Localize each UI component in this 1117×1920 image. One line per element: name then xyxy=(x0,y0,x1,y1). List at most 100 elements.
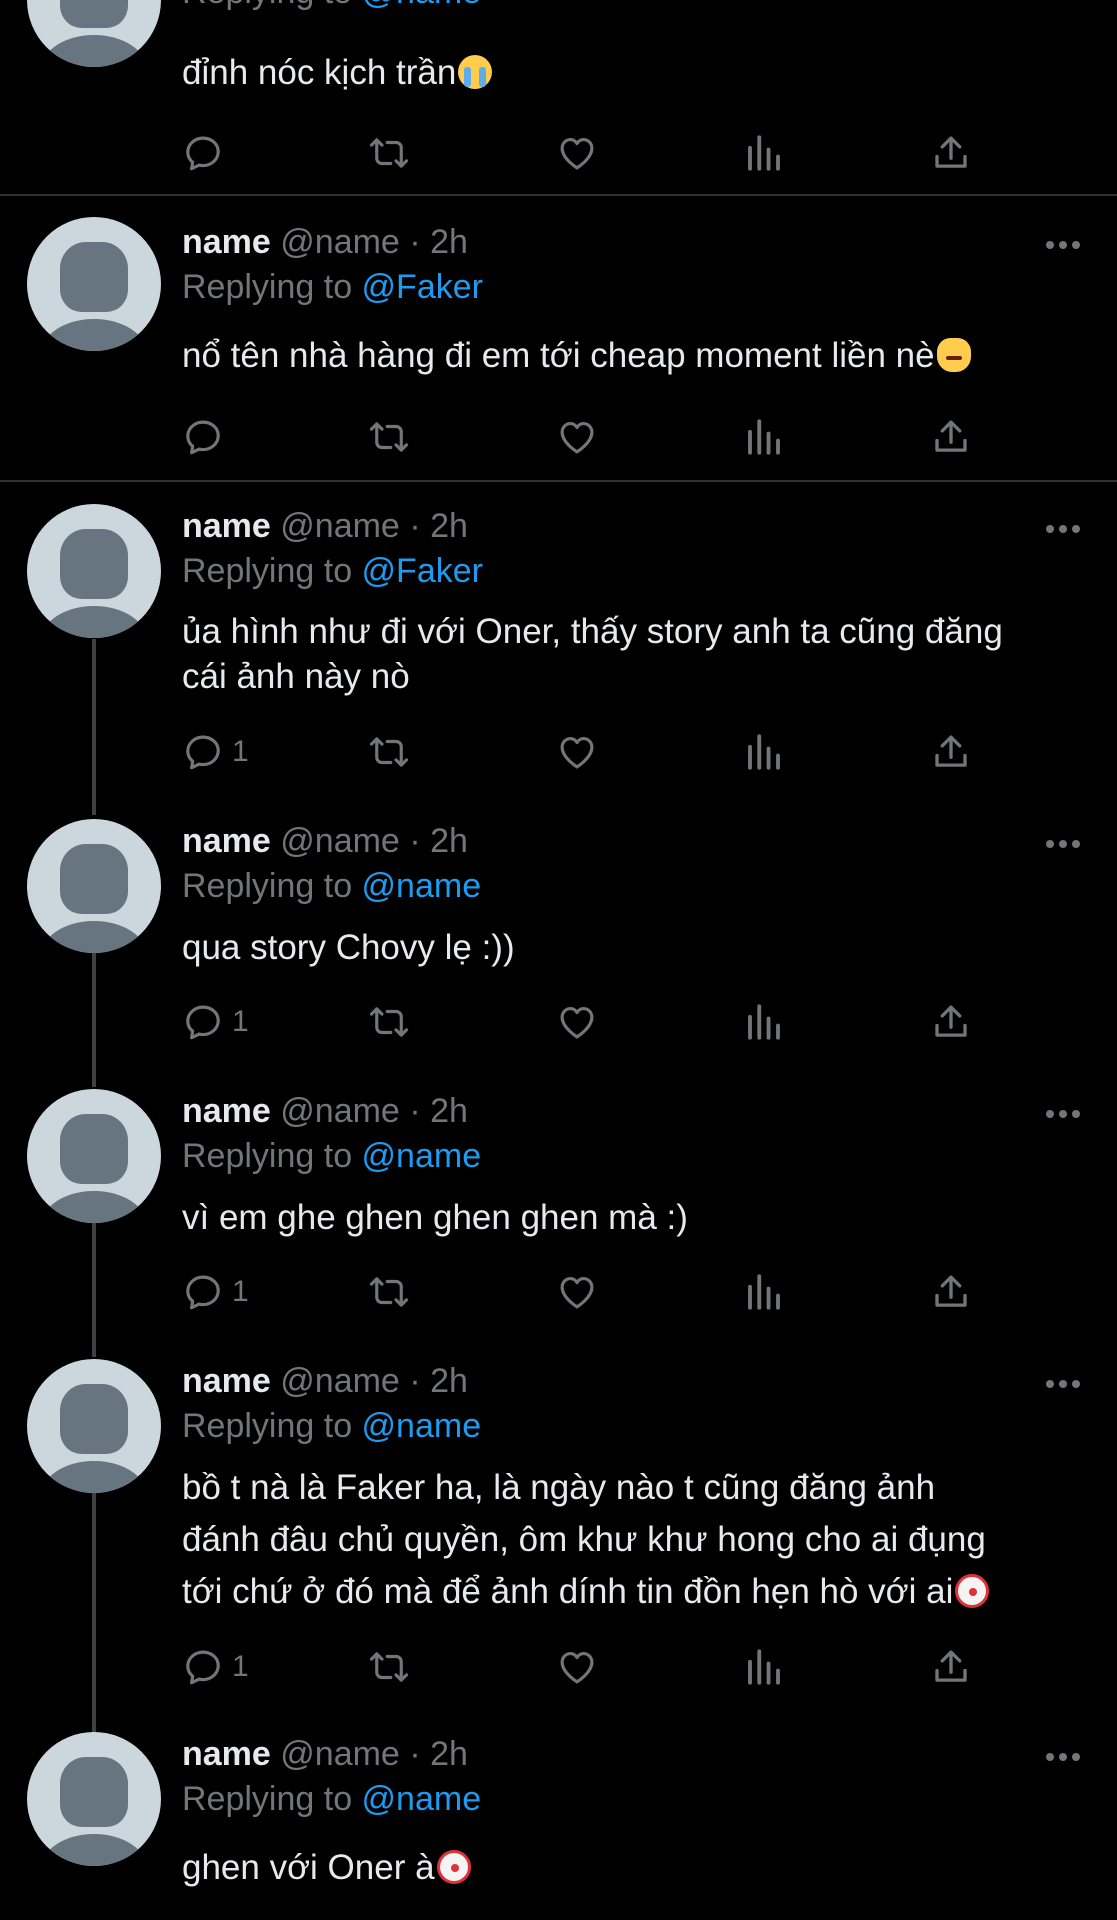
more-button[interactable] xyxy=(1046,525,1080,535)
more-button[interactable] xyxy=(1046,1380,1080,1390)
more-button[interactable] xyxy=(1046,1753,1080,1763)
mention-link[interactable]: @name xyxy=(362,0,482,11)
retweet-icon xyxy=(369,138,409,168)
avatar[interactable] xyxy=(27,1089,161,1223)
like-button[interactable] xyxy=(556,131,598,175)
separator-dot: · xyxy=(409,822,421,860)
tweet-header: name @name · 2h xyxy=(182,1361,468,1401)
mention-link[interactable]: @name xyxy=(362,1780,482,1818)
tweet-0[interactable]: Replying to @name đỉnh nóc kịch trần xyxy=(0,0,1117,195)
display-name[interactable]: name xyxy=(182,1092,271,1130)
reply-button[interactable]: 1 xyxy=(182,1000,249,1044)
tweet-4[interactable]: name @name · 2h Replying to @name vì em … xyxy=(0,1085,1117,1355)
tweet-text: ủa hình như đi với Oner, thấy story anh … xyxy=(182,612,1003,696)
more-button[interactable] xyxy=(1046,1110,1080,1120)
share-icon xyxy=(935,136,967,168)
tweet-actions xyxy=(182,415,982,459)
more-icon xyxy=(1046,1753,1054,1761)
reply-icon xyxy=(186,1275,220,1310)
mention-link[interactable]: @Faker xyxy=(362,552,483,590)
reply-button[interactable]: 1 xyxy=(182,1645,249,1689)
clown-face-icon xyxy=(436,1850,471,1884)
avatar[interactable] xyxy=(27,819,161,953)
more-icon xyxy=(1046,840,1054,848)
mention-link[interactable]: @Faker xyxy=(362,268,483,306)
tweet-3[interactable]: name @name · 2h Replying to @name qua st… xyxy=(0,815,1117,1085)
mention-link[interactable]: @name xyxy=(362,1137,482,1175)
separator-dot: · xyxy=(409,507,421,545)
share-button[interactable] xyxy=(930,730,972,774)
views-icon xyxy=(748,1274,780,1310)
mention-link[interactable]: @name xyxy=(362,867,482,905)
timestamp[interactable]: 2h xyxy=(430,1092,468,1130)
like-button[interactable] xyxy=(556,1000,598,1044)
display-name[interactable]: name xyxy=(182,1735,271,1773)
display-name[interactable]: name xyxy=(182,822,271,860)
views-button[interactable] xyxy=(743,1270,785,1314)
like-button[interactable] xyxy=(556,730,598,774)
more-button[interactable] xyxy=(1046,840,1080,850)
retweet-button[interactable] xyxy=(368,131,410,175)
handle[interactable]: @name xyxy=(280,1362,400,1400)
tweet-1[interactable]: name @name · 2h Replying to @Faker nổ tê… xyxy=(0,196,1117,480)
like-button[interactable] xyxy=(556,415,598,459)
like-icon xyxy=(560,421,594,454)
share-button[interactable] xyxy=(930,1000,972,1044)
retweet-button[interactable] xyxy=(368,415,410,459)
views-button[interactable] xyxy=(743,131,785,175)
timestamp[interactable]: 2h xyxy=(430,507,468,545)
handle[interactable]: @name xyxy=(280,1735,400,1773)
reply-button[interactable]: 1 xyxy=(182,1270,249,1314)
tweet-2[interactable]: name @name · 2h Replying to @Faker ủa hì… xyxy=(0,482,1117,815)
retweet-button[interactable] xyxy=(368,1270,410,1314)
handle[interactable]: @name xyxy=(280,822,400,860)
views-button[interactable] xyxy=(743,1000,785,1044)
tweet-header: name @name · 2h xyxy=(182,222,468,262)
share-button[interactable] xyxy=(930,131,972,175)
display-name[interactable]: name xyxy=(182,507,271,545)
handle[interactable]: @name xyxy=(280,507,400,545)
like-button[interactable] xyxy=(556,1270,598,1314)
retweet-button[interactable] xyxy=(368,1645,410,1689)
share-button[interactable] xyxy=(930,1645,972,1689)
separator-dot: · xyxy=(409,223,421,261)
reply-icon xyxy=(186,420,220,455)
reply-icon xyxy=(186,735,220,770)
views-button[interactable] xyxy=(743,415,785,459)
avatar[interactable] xyxy=(27,1732,161,1866)
share-button[interactable] xyxy=(930,1270,972,1314)
share-icon xyxy=(935,1275,967,1307)
share-button[interactable] xyxy=(930,415,972,459)
reply-button[interactable] xyxy=(182,415,232,459)
tweet-6[interactable]: name @name · 2h Replying to @name ghen v… xyxy=(0,1728,1117,1920)
reply-button[interactable]: 1 xyxy=(182,730,249,774)
timestamp[interactable]: 2h xyxy=(430,223,468,261)
display-name[interactable]: name xyxy=(182,1362,271,1400)
timestamp[interactable]: 2h xyxy=(430,1362,468,1400)
display-name[interactable]: name xyxy=(182,223,271,261)
like-icon xyxy=(560,1651,594,1684)
avatar[interactable] xyxy=(27,1359,161,1493)
avatar[interactable] xyxy=(27,217,161,351)
like-button[interactable] xyxy=(556,1645,598,1689)
timestamp[interactable]: 2h xyxy=(430,1735,468,1773)
avatar[interactable] xyxy=(27,0,161,67)
tweet-text: ghen với Oner à xyxy=(182,1845,1082,1890)
like-icon xyxy=(560,1276,594,1309)
views-button[interactable] xyxy=(743,1645,785,1689)
handle[interactable]: @name xyxy=(280,1092,400,1130)
retweet-button[interactable] xyxy=(368,730,410,774)
clown-face-icon xyxy=(955,1574,990,1608)
views-button[interactable] xyxy=(743,730,785,774)
reply-button[interactable] xyxy=(182,131,232,175)
retweet-button[interactable] xyxy=(368,1000,410,1044)
mention-link[interactable]: @name xyxy=(362,1407,482,1445)
more-button[interactable] xyxy=(1046,241,1080,251)
handle[interactable]: @name xyxy=(280,223,400,261)
views-icon xyxy=(748,1649,780,1685)
separator-dot: · xyxy=(409,1362,421,1400)
timestamp[interactable]: 2h xyxy=(430,822,468,860)
avatar[interactable] xyxy=(27,504,161,638)
views-icon xyxy=(748,135,780,171)
tweet-5[interactable]: name @name · 2h Replying to @name bồ t n… xyxy=(0,1355,1117,1728)
